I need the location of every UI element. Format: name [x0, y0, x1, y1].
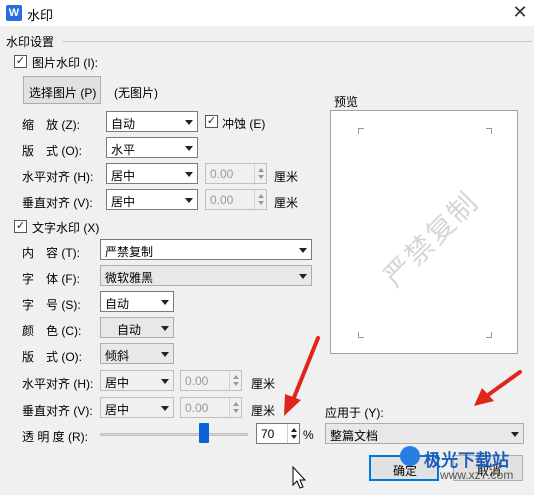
- red-arrow-icon: [474, 370, 522, 406]
- mouse-cursor-icon: [292, 465, 307, 489]
- red-arrow-icon: [284, 336, 320, 416]
- annotation-overlay: [284, 336, 522, 489]
